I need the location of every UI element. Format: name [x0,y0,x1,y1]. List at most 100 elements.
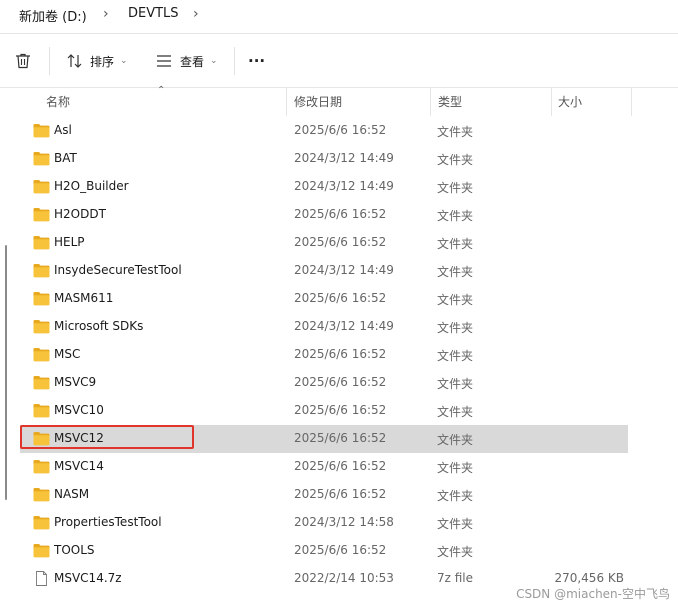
folder-icon [33,263,50,278]
file-date: 2025/6/6 16:52 [294,123,387,137]
file-name: MSVC9 [54,375,97,389]
file-row[interactable]: MSVC10 2025/6/6 16:52 文件夹 [20,397,628,425]
column-separator[interactable] [631,88,632,116]
file-name: MSVC14.7z [54,571,122,585]
sort-label: 排序 [90,54,115,69]
annotation-highlight [20,425,194,449]
breadcrumb-separator: › [103,6,109,22]
more-icon: ··· [248,52,266,70]
file-name: TOOLS [54,543,95,557]
folder-icon [33,123,50,138]
column-date[interactable]: 修改日期 [294,93,342,110]
trash-icon [16,53,30,69]
file-row[interactable]: H2O_Builder 2024/3/12 14:49 文件夹 [20,173,628,201]
file-name: MSC [54,347,81,361]
file-date: 2025/6/6 16:52 [294,347,387,361]
file-row[interactable]: NASM 2025/6/6 16:52 文件夹 [20,481,628,509]
file-date: 2024/3/12 14:49 [294,319,394,333]
file-date: 2025/6/6 16:52 [294,543,387,557]
file-row[interactable]: BAT 2024/3/12 14:49 文件夹 [20,145,628,173]
folder-icon [33,515,50,530]
file-type: 文件夹 [437,265,474,279]
file-date: 2022/2/14 10:53 [294,571,394,585]
file-date: 2025/6/6 16:52 [294,207,387,221]
file-row[interactable]: MSVC9 2025/6/6 16:52 文件夹 [20,369,628,397]
folder-icon [33,207,50,222]
file-type: 文件夹 [437,349,474,363]
column-separator[interactable] [430,88,431,116]
column-separator[interactable] [551,88,552,116]
command-bar: 排序 ⌄ 查看 ⌄ ··· [0,34,678,88]
folder-icon [33,403,50,418]
file-type: 文件夹 [437,545,474,559]
file-date: 2024/3/12 14:58 [294,515,394,529]
more-options-button[interactable]: ··· [248,34,265,88]
file-row[interactable]: Asl 2025/6/6 16:52 文件夹 [20,117,628,145]
file-row[interactable]: MSVC14 2025/6/6 16:52 文件夹 [20,453,628,481]
file-date: 2024/3/12 14:49 [294,179,394,193]
file-row[interactable]: PropertiesTestTool 2024/3/12 14:58 文件夹 [20,509,628,537]
file-type: 文件夹 [437,321,474,335]
file-name: H2O_Builder [54,179,129,193]
sort-button[interactable]: 排序 ⌄ [66,34,128,88]
breadcrumb: 新加卷 (D:) › DEVTLS › [0,0,678,34]
breadcrumb-folder[interactable]: DEVTLS [128,6,179,21]
file-type: 文件夹 [437,209,474,223]
file-row[interactable]: HELP 2025/6/6 16:52 文件夹 [20,229,628,257]
column-name[interactable]: 名称 [46,93,70,110]
file-row[interactable]: InsydeSecureTestTool 2024/3/12 14:49 文件夹 [20,257,628,285]
file-date: 2024/3/12 14:49 [294,151,394,165]
file-name: H2ODDT [54,207,106,221]
folder-icon [33,151,50,166]
file-row[interactable]: Microsoft SDKs 2024/3/12 14:49 文件夹 [20,313,628,341]
file-type: 文件夹 [437,461,474,475]
toolbar-divider [49,47,50,75]
file-size: 270,456 KB [554,571,624,585]
file-name: MSVC10 [54,403,104,417]
file-date: 2025/6/6 16:52 [294,459,387,473]
sort-icon [67,54,82,68]
file-type: 文件夹 [437,125,474,139]
column-type[interactable]: 类型 [438,93,462,110]
file-name: NASM [54,487,90,501]
breadcrumb-drive[interactable]: 新加卷 (D:) [19,6,87,25]
folder-icon [33,347,50,362]
file-type: 文件夹 [437,237,474,251]
file-type: 文件夹 [437,377,474,391]
file-type: 文件夹 [437,293,474,307]
chevron-down-icon: ⌄ [120,56,128,66]
file-type: 文件夹 [437,489,474,503]
file-row[interactable]: MASM611 2025/6/6 16:52 文件夹 [20,285,628,313]
file-date: 2025/6/6 16:52 [294,431,387,445]
folder-icon [33,319,50,334]
file-row[interactable]: TOOLS 2025/6/6 16:52 文件夹 [20,537,628,565]
file-row[interactable]: H2ODDT 2025/6/6 16:52 文件夹 [20,201,628,229]
file-type: 文件夹 [437,153,474,167]
file-date: 2024/3/12 14:49 [294,263,394,277]
view-button[interactable]: 查看 ⌄ [156,34,218,88]
file-type: 文件夹 [437,181,474,195]
file-name: MSVC14 [54,459,104,473]
file-date: 2025/6/6 16:52 [294,487,387,501]
folder-icon [33,291,50,306]
column-size[interactable]: 大小 [558,93,582,110]
file-date: 2025/6/6 16:52 [294,375,387,389]
column-header: ⌃ 名称 修改日期 类型 大小 [0,85,678,116]
file-date: 2025/6/6 16:52 [294,403,387,417]
file-date: 2025/6/6 16:52 [294,235,387,249]
file-name: Microsoft SDKs [54,319,144,333]
folder-icon [33,179,50,194]
folder-icon [33,543,50,558]
view-label: 查看 [180,54,205,69]
toolbar-divider [234,47,235,75]
file-name: PropertiesTestTool [54,515,162,529]
folder-icon [33,375,50,390]
vertical-scrollbar[interactable] [5,245,7,500]
file-row[interactable]: MSC 2025/6/6 16:52 文件夹 [20,341,628,369]
watermark: CSDN @miachen-空中飞鸟 [516,587,670,601]
file-date: 2025/6/6 16:52 [294,291,387,305]
file-type: 7z file [437,571,474,585]
delete-button[interactable] [14,34,32,88]
column-separator[interactable] [286,88,287,116]
breadcrumb-separator[interactable]: › [193,6,199,22]
